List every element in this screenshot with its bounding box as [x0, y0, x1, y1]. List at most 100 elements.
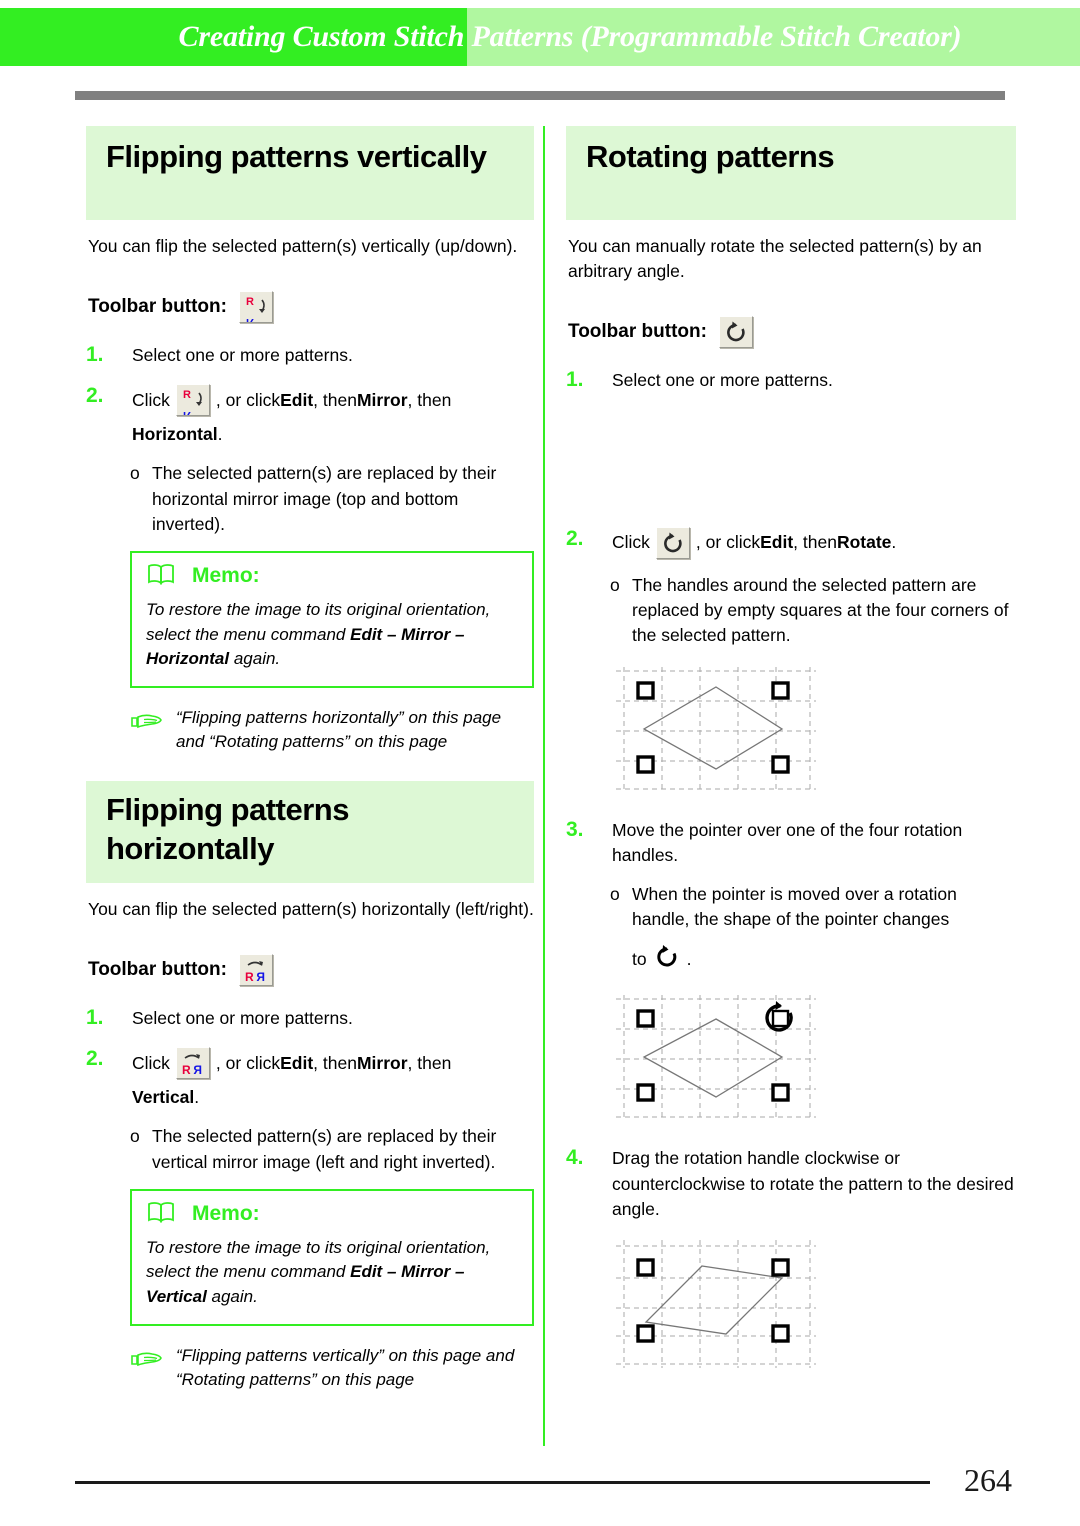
step-item: 2. Click R R , or click Edit , then Mirr… — [86, 382, 534, 447]
sub-bullet-marker: o — [610, 574, 620, 595]
step-text: Select one or more patterns. — [612, 369, 833, 390]
step-number: 4. — [566, 1146, 584, 1170]
memo-text: To restore the image to its original ori… — [146, 1236, 518, 1310]
svg-text:R: R — [183, 389, 191, 401]
svg-text:R: R — [246, 296, 254, 308]
section-heading-block: Flipping patterns vertically — [86, 126, 534, 220]
rotate-icon[interactable] — [718, 315, 753, 348]
step-separator: , then — [793, 532, 837, 553]
running-header: Creating Custom Stitch Patterns (Program… — [0, 8, 1080, 66]
figure-diamond-with-four-empty-handles — [610, 665, 1016, 800]
step-separator: , then — [407, 389, 452, 410]
sub-bullet-text: The selected pattern(s) are replaced by … — [152, 463, 497, 534]
svg-text:R: R — [245, 970, 254, 984]
sub-bullet-item: o The selected pattern(s) are replaced b… — [130, 1124, 534, 1174]
memo-text-part2: again. — [206, 1287, 258, 1307]
step-click-word: Click — [612, 532, 650, 553]
section-title: Flipping patterns vertically — [106, 139, 487, 174]
sub-bullet-marker: o — [130, 1126, 140, 1147]
step-end-punct: . — [194, 1087, 200, 1108]
toolbar-button-row: Toolbar button: R R — [88, 953, 534, 986]
step-item: 2. Click R R , or click Edit , then Mirr… — [86, 1045, 534, 1110]
sub-bullet-marker: o — [130, 463, 140, 484]
memo-header: Memo: — [146, 1201, 518, 1228]
book-icon — [146, 563, 176, 590]
step-text: Select one or more patterns. — [132, 344, 353, 365]
sub-bullet-item: o When the pointer is moved over a rotat… — [610, 882, 1016, 978]
step-number: 1. — [86, 1005, 104, 1029]
step-text: Click R R , or click Edit , then Mirror … — [132, 1045, 534, 1110]
step-number: 2. — [86, 384, 104, 408]
step-number: 1. — [86, 342, 104, 366]
memo-header: Memo: — [146, 563, 518, 590]
svg-text:R: R — [256, 970, 265, 984]
toolbar-button-label: Toolbar button: — [568, 320, 707, 342]
memo-text: To restore the image to its original ori… — [146, 598, 518, 672]
menu-name-edit: Edit — [280, 389, 314, 410]
step-item: 4. Drag the rotation handle clockwise or… — [566, 1144, 1016, 1222]
section-flipping-vertically: Flipping patterns vertically You can fli… — [86, 126, 534, 755]
menu-name-edit: Edit — [760, 532, 794, 553]
step-text: Click , or click Edit , then Rotate. — [612, 525, 1016, 559]
menu-name-horizontal: Horizontal — [132, 424, 218, 445]
step-click-word: Click — [132, 389, 170, 410]
section-intro: You can manually rotate the selected pat… — [568, 236, 982, 281]
cross-reference-text[interactable]: “Flipping patterns vertically” on this p… — [176, 1344, 534, 1393]
pointing-hand-icon — [130, 1344, 176, 1393]
svg-text:R: R — [182, 1063, 191, 1077]
sub-bullet-tail-prefix: to — [632, 949, 647, 970]
section-title: Rotating patterns — [586, 139, 835, 174]
page-number: 264 — [964, 1462, 1012, 1498]
step-number: 2. — [566, 526, 584, 550]
step-item: 1. Select one or more patterns. — [566, 366, 1016, 393]
svg-text:R: R — [246, 316, 254, 322]
running-header-title: Creating Custom Stitch Patterns (Program… — [178, 20, 962, 53]
mirror-horizontal-icon[interactable]: R R — [175, 1047, 210, 1080]
svg-text:R: R — [193, 1063, 202, 1077]
step-after-icon-text: , or click — [215, 389, 281, 410]
layout-spacer — [566, 407, 1016, 525]
step-text: Drag the rotation handle clockwise or co… — [612, 1148, 1014, 1219]
toolbar-button-label: Toolbar button: — [88, 958, 227, 980]
step-after-icon-text: , or click — [215, 1052, 281, 1073]
menu-name-rotate: Rotate — [836, 532, 892, 553]
sub-bullet-text: When the pointer is moved over a rotatio… — [632, 882, 1016, 978]
figure-diamond-with-rotate-cursor — [610, 993, 1016, 1128]
menu-name-mirror: Mirror — [356, 1052, 408, 1073]
section-title-line2: horizontally — [106, 830, 274, 866]
step-item: 3. Move the pointer over one of the four… — [566, 816, 1016, 868]
toolbar-button-label: Toolbar button: — [88, 295, 227, 317]
section-heading-block: Flipping patterns horizontally — [86, 781, 534, 884]
rotate-icon[interactable] — [655, 526, 690, 559]
memo-box: Memo: To restore the image to its origin… — [130, 1188, 534, 1326]
sub-bullet-text: The selected pattern(s) are replaced by … — [152, 1126, 497, 1172]
cross-reference-text[interactable]: “Flipping patterns horizontally” on this… — [176, 706, 534, 755]
memo-box: Memo: To restore the image to its origin… — [130, 550, 534, 688]
header-divider-rule — [75, 91, 1005, 100]
figure-rotated-parallelogram — [610, 1238, 1016, 1375]
rotate-cursor-icon — [765, 1001, 793, 1033]
right-column: Rotating patterns You can manually rotat… — [566, 126, 1016, 1391]
sub-bullet-text-main: When the pointer is moved over a rotatio… — [632, 883, 957, 930]
sub-bullet-item: o The handles around the selected patter… — [610, 573, 1016, 649]
section-rotating-patterns: Rotating patterns You can manually rotat… — [566, 126, 1016, 1375]
cross-reference: “Flipping patterns vertically” on this p… — [130, 1344, 534, 1393]
step-end-punct: . — [891, 532, 897, 553]
step-number: 1. — [566, 367, 584, 391]
sub-bullet-marker: o — [610, 883, 620, 904]
step-after-icon-text: , or click — [695, 532, 761, 553]
sub-bullet-text: The handles around the selected pattern … — [632, 574, 1009, 646]
rotate-cursor-icon — [647, 942, 687, 977]
step-separator: , then — [313, 389, 357, 410]
mirror-vertical-icon[interactable]: R R — [175, 384, 210, 417]
step-item: 1. Select one or more patterns. — [86, 341, 534, 368]
section-intro: You can flip the selected pattern(s) ver… — [88, 236, 518, 256]
step-click-word: Click — [132, 1052, 170, 1073]
sub-bullet-tail-suffix: . — [686, 949, 692, 970]
rotation-handle — [636, 680, 790, 774]
step-end-punct: . — [217, 424, 223, 445]
mirror-vertical-icon[interactable]: R R — [238, 290, 273, 323]
toolbar-button-row: Toolbar button: R R — [88, 290, 534, 323]
mirror-horizontal-icon[interactable]: R R — [238, 953, 273, 986]
pointing-hand-icon — [130, 706, 176, 755]
